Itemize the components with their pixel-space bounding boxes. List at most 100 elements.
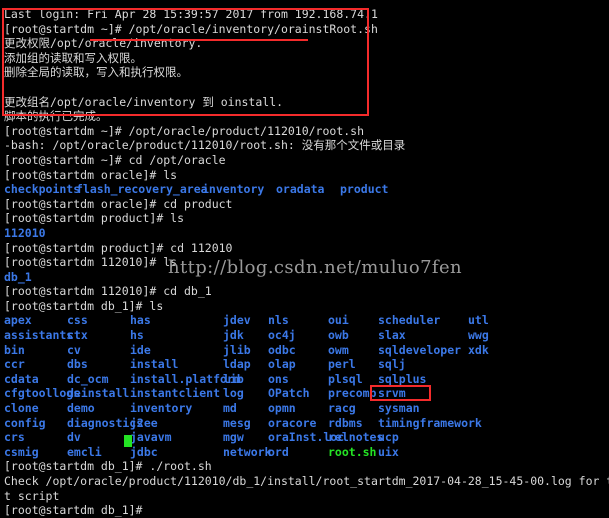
dir-entry: deinstall: [67, 386, 130, 401]
dir-entry: ucp: [378, 430, 399, 445]
dir-entry: racg: [328, 401, 356, 416]
terminal-line: [root@startdm product]# ls: [4, 211, 185, 226]
dir-entry: apex: [4, 313, 32, 328]
terminal-line: [root@startdm ~]# cd /opt/oracle: [4, 152, 226, 167]
ls-row: cdata dc_ocm install.platform lib ons plsql sq…: [0, 372, 609, 387]
dir-entry: ons: [268, 371, 289, 386]
dir-entry: sqlj: [378, 357, 406, 372]
dir-entry: ord: [268, 444, 289, 459]
dir-entry: ide: [130, 342, 151, 357]
dir-entry: md: [223, 401, 237, 416]
dir-entry: emcli: [67, 444, 102, 459]
terminal-window[interactable]: Last login: Fri Apr 28 15:39:57 2017 fro…: [0, 0, 609, 517]
annotation-underline-orainstroot: [90, 39, 308, 41]
ls-output-oracle: checkpoints flash_recovery_area inventory o…: [0, 182, 609, 197]
terminal-line: [root@startdm oracle]# ls: [4, 167, 178, 182]
terminal-line: 脚本的执行已完成。: [4, 109, 108, 124]
dir-entry: nls: [268, 313, 289, 328]
ls-output-product: 112010: [0, 226, 609, 241]
ls-row: bin cv ide jlib odbc owm sqldeveloper xdk: [0, 343, 609, 358]
terminal-line: [root@startdm 112010]# cd db_1: [4, 284, 212, 299]
dir-entry: relnotes: [328, 430, 384, 445]
terminal-line: 删除全局的读取，写入和执行权限。: [4, 65, 188, 80]
dir-entry: olap: [268, 357, 296, 372]
dir-entry: dc_ocm: [67, 371, 109, 386]
dir-entry: bin: [4, 342, 25, 357]
terminal-line: t script: [4, 488, 60, 503]
dir-entry: j2ee: [130, 415, 158, 430]
dir-entry: assistants: [4, 328, 74, 343]
dir-entry: db_1: [4, 269, 32, 284]
dir-entry: uix: [378, 444, 399, 459]
dir-entry: config: [4, 415, 46, 430]
terminal-line: [root@startdm db_1]# ls: [4, 298, 164, 313]
dir-entry: oradata: [276, 182, 325, 197]
dir-entry: mgw: [223, 430, 244, 445]
dir-entry: flash_recovery_area: [76, 182, 208, 197]
dir-entry: dbs: [67, 357, 88, 372]
dir-entry: cv: [67, 342, 81, 357]
dir-entry: jdbc: [130, 444, 158, 459]
dir-entry: odbc: [268, 342, 296, 357]
dir-entry: scheduler: [378, 313, 441, 328]
terminal-cursor: [124, 435, 132, 447]
ls-row: ccr dbs install ldap olap perl sqlj: [0, 357, 609, 372]
ls-row: config diagnostics j2ee mesg oracore rdbms tim…: [0, 416, 609, 431]
dir-entry: log: [223, 386, 244, 401]
watermark-text: http://blog.csdn.net/muluo7fen: [168, 257, 463, 278]
dir-entry: 112010: [4, 225, 46, 240]
terminal-line: 添加组的读取和写入权限。: [4, 50, 142, 65]
dir-entry: oui: [328, 313, 349, 328]
terminal-line: [root@startdm db_1]# ./root.sh: [4, 459, 212, 474]
dir-entry: oracore: [268, 415, 317, 430]
terminal-line: [root@startdm ~]# /opt/oracle/inventory/…: [4, 21, 378, 36]
dir-entry: wwg: [468, 328, 489, 343]
dir-entry: jdk: [223, 328, 244, 343]
dir-entry: OPatch: [268, 386, 310, 401]
dir-entry: opmn: [268, 401, 296, 416]
dir-entry: utl: [468, 313, 489, 328]
dir-entry: crs: [4, 430, 25, 445]
terminal-line: Last login: Fri Apr 28 15:39:57 2017 fro…: [4, 7, 378, 21]
dir-entry: instantclient: [130, 386, 221, 401]
dir-entry: css: [67, 313, 88, 328]
terminal-line: -bash: /opt/oracle/product/112010/root.s…: [4, 138, 406, 153]
dir-entry: product: [340, 182, 389, 197]
dir-entry: rdbms: [328, 415, 363, 430]
dir-entry: slax: [378, 328, 406, 343]
dir-entry: sqlplus: [378, 371, 427, 386]
dir-entry: ctx: [67, 328, 88, 343]
terminal-line: [root@startdm db_1]#: [4, 503, 150, 518]
dir-entry: demo: [67, 401, 95, 416]
dir-entry: plsql: [328, 371, 363, 386]
dir-entry: mesg: [223, 415, 251, 430]
dir-entry: csmig: [4, 444, 39, 459]
ls-output-db1: apex css has jdev nls oui scheduler utl assistan…: [0, 313, 609, 459]
dir-entry: ccr: [4, 357, 25, 372]
ls-row: assistants ctx hs jdk oc4j owb slax wwg: [0, 328, 609, 343]
terminal-line: [root@startdm product]# cd 112010: [4, 240, 233, 255]
dir-entry: timingframework: [378, 415, 482, 430]
dir-entry: ldap: [223, 357, 251, 372]
dir-entry: cdata: [4, 371, 39, 386]
dir-entry: xdk: [468, 342, 489, 357]
dir-entry: clone: [4, 401, 39, 416]
dir-entry: owm: [328, 342, 349, 357]
dir-entry: jdev: [223, 313, 251, 328]
ls-row: apex css has jdev nls oui scheduler utl: [0, 313, 609, 328]
dir-entry: checkpoints: [4, 182, 81, 197]
terminal-line: [root@startdm oracle]# cd product: [4, 196, 233, 211]
ls-row: csmig emcli jdbc network ord root.sh uix: [0, 445, 609, 460]
dir-entry: lib: [223, 371, 244, 386]
dir-entry: srvm: [378, 386, 406, 401]
dir-entry: hs: [130, 328, 144, 343]
dir-entry: perl: [328, 357, 356, 372]
dir-entry: inventory: [202, 182, 265, 197]
dir-entry: sqldeveloper: [378, 342, 462, 357]
ls-row: crs dv javavm mgw oraInst.loc relnotes ucp: [0, 430, 609, 445]
dir-entry: precomp: [328, 386, 377, 401]
file-entry-root-sh: root.sh: [328, 444, 377, 459]
terminal-line: Check /opt/oracle/product/112010/db_1/in…: [4, 474, 609, 488]
ls-row: cfgtoollogs deinstall instantclient log OPat…: [0, 386, 609, 401]
